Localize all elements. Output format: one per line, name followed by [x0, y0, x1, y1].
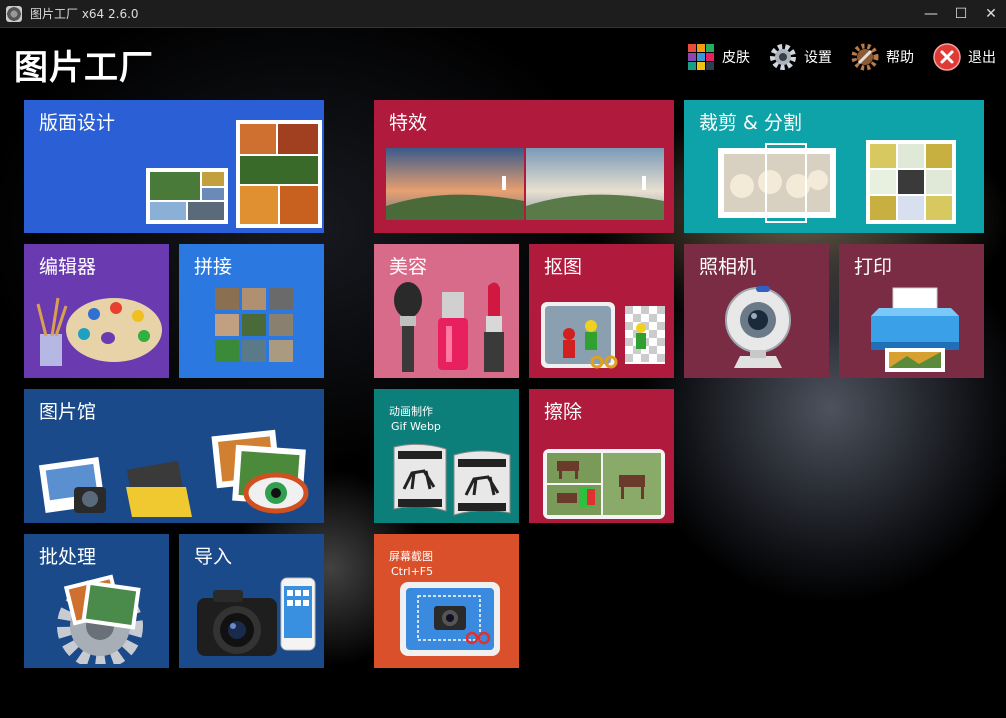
paint-palette-icon	[36, 297, 162, 366]
tile-label: 抠图	[544, 256, 583, 278]
window-title: 图片工厂 x64 2.6.0	[30, 7, 139, 21]
tile-collage[interactable]: 拼接	[179, 244, 324, 378]
close-circle-icon	[933, 43, 961, 71]
tile-label: 动画制作	[389, 405, 433, 418]
help-gear-icon	[851, 43, 879, 71]
tile-label: 裁剪 & 分割	[699, 112, 802, 134]
tile-label: 导入	[194, 546, 233, 568]
tile-label: 图片馆	[39, 401, 97, 423]
tile-gallery[interactable]: 图片馆	[24, 389, 324, 523]
skin-label: 皮肤	[722, 50, 750, 66]
tile-effects[interactable]: 特效	[374, 100, 674, 233]
gear-icon	[770, 44, 796, 70]
title-bar: 图片工厂 x64 2.6.0 — ☐ ✕	[0, 0, 1006, 28]
maximize-button[interactable]: ☐	[946, 0, 976, 28]
tile-camera[interactable]: 照相机	[684, 244, 829, 378]
tile-label: 特效	[389, 112, 428, 134]
cutout-scissors-icon	[541, 302, 665, 369]
tile-print[interactable]: 打印	[839, 244, 984, 378]
main-area: 图片工厂 皮肤 设置 帮助 退出 版面设计 特效 裁剪 & 分割 编辑器 拼接 …	[0, 28, 1006, 718]
tile-label: 打印	[854, 256, 893, 278]
tile-layout-design[interactable]: 版面设计	[24, 100, 324, 233]
app-icon	[6, 5, 22, 22]
tile-label: 版面设计	[39, 112, 116, 134]
tile-label: 屏幕截图	[389, 550, 433, 563]
top-menu: 皮肤 设置 帮助 退出	[686, 42, 996, 72]
erase-deer-icon	[543, 449, 665, 519]
tile-label: 美容	[389, 256, 428, 278]
tile-sublabel: Ctrl+F5	[391, 565, 434, 578]
film-strip-icon	[393, 443, 511, 516]
screenshot-camera-icon	[400, 582, 500, 656]
tile-sublabel: Gif Webp	[391, 420, 441, 433]
tile-label: 批处理	[39, 546, 97, 568]
tile-editor[interactable]: 编辑器	[24, 244, 169, 378]
tile-batch[interactable]: 批处理	[24, 534, 169, 668]
tile-cutout[interactable]: 抠图	[529, 244, 674, 378]
tile-erase[interactable]: 擦除	[529, 389, 674, 523]
tile-label: 擦除	[544, 401, 583, 423]
settings-button[interactable]: 设置	[768, 42, 832, 72]
help-button[interactable]: 帮助	[850, 42, 914, 72]
cosmetics-icon	[394, 282, 504, 372]
landscape-effect-icon	[386, 148, 664, 220]
palette-grid-icon	[688, 44, 714, 70]
photo-grid-icon	[215, 288, 293, 362]
skin-button[interactable]: 皮肤	[686, 42, 750, 72]
exit-label: 退出	[968, 50, 996, 66]
camera-phone-icon	[197, 577, 316, 656]
tile-crop-split[interactable]: 裁剪 & 分割	[684, 100, 984, 233]
minimize-button[interactable]: —	[916, 0, 946, 28]
photo-gallery-icon	[38, 429, 309, 517]
settings-label: 设置	[804, 50, 832, 66]
tile-import[interactable]: 导入	[179, 534, 324, 668]
help-label: 帮助	[886, 50, 914, 66]
photo-collage-icon	[146, 120, 322, 228]
app-heading: 图片工厂	[14, 48, 154, 88]
window-controls: — ☐ ✕	[916, 0, 1006, 28]
exit-button[interactable]: 退出	[932, 42, 996, 72]
tile-label: 编辑器	[39, 256, 97, 278]
tile-animation[interactable]: 动画制作 Gif Webp	[374, 389, 519, 523]
printer-icon	[871, 287, 959, 372]
tile-label: 照相机	[699, 256, 757, 278]
tile-beauty[interactable]: 美容	[374, 244, 519, 378]
tile-screenshot[interactable]: 屏幕截图 Ctrl+F5	[374, 534, 519, 668]
crop-puppies-icon	[718, 140, 956, 224]
webcam-icon	[725, 286, 791, 368]
batch-gear-icon	[57, 574, 143, 664]
close-button[interactable]: ✕	[976, 0, 1006, 28]
tile-label: 拼接	[194, 256, 233, 278]
